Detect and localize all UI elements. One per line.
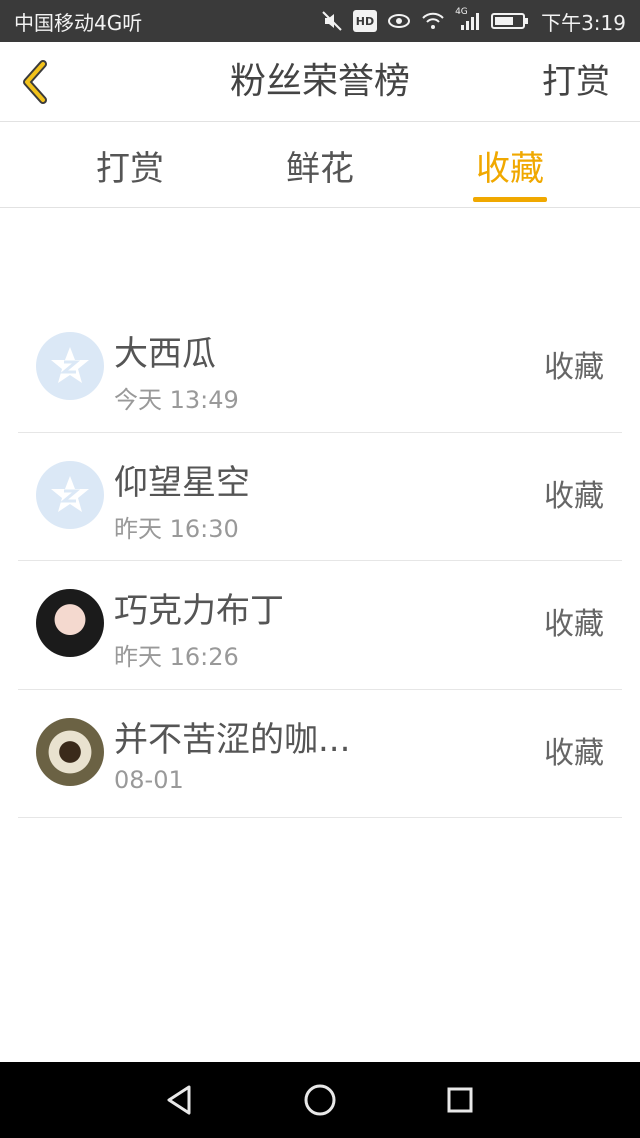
network-type-label: 4G	[455, 7, 468, 17]
fan-time: 昨天 16:26	[114, 643, 239, 671]
fan-name: 并不苦涩的咖...	[114, 719, 351, 760]
back-chevron-icon	[23, 60, 47, 104]
square-recents-icon	[447, 1087, 473, 1113]
fan-time: 今天 13:49	[114, 386, 239, 414]
nav-home-button[interactable]	[295, 1075, 345, 1125]
action-label: 收藏	[544, 350, 604, 385]
status-bar: 中国移动4G听 HD 4G 下午3:19	[0, 0, 640, 42]
mute-icon	[321, 10, 343, 32]
list-item[interactable]: 仰望星空 昨天 16:30 收藏	[18, 433, 622, 561]
fan-time: 昨天 16:30	[114, 514, 239, 543]
tab-favorites[interactable]: 收藏	[415, 122, 605, 208]
user-photo-avatar	[36, 589, 104, 657]
fan-time: 08-01	[114, 765, 184, 794]
carrier-label: 中国移动4G听	[14, 10, 143, 35]
action-label: 收藏	[544, 607, 604, 642]
fan-list: 大西瓜 今天 13:49 收藏 仰望星空 昨天 16:30 收藏 巧克力布丁 昨…	[18, 304, 622, 818]
list-item[interactable]: 巧克力布丁 昨天 16:26 收藏	[18, 561, 622, 690]
reward-button[interactable]: 打赏	[542, 42, 610, 122]
tab-bar: 打赏 鲜花 收藏	[0, 122, 640, 208]
default-avatar-icon	[36, 460, 104, 529]
fan-name: 大西瓜	[114, 334, 216, 374]
clock-label: 下午3:19	[541, 10, 626, 35]
list-item[interactable]: 大西瓜 今天 13:49 收藏	[18, 304, 622, 433]
nav-recents-button[interactable]	[435, 1075, 485, 1125]
circle-home-icon	[304, 1084, 336, 1116]
eye-icon	[387, 10, 411, 32]
battery-icon	[491, 10, 529, 32]
triangle-back-icon	[167, 1085, 191, 1115]
tab-label: 打赏	[96, 148, 164, 189]
wifi-icon	[421, 10, 445, 32]
tab-reward[interactable]: 打赏	[35, 122, 225, 208]
action-label: 收藏	[544, 735, 604, 771]
tab-label: 鲜花	[286, 148, 354, 189]
status-icons: HD 4G 下午3:19	[321, 7, 626, 36]
coffee-photo-avatar	[36, 717, 104, 786]
signal-icon: 4G	[455, 7, 481, 32]
tab-flowers[interactable]: 鲜花	[225, 122, 415, 208]
title-bar: 粉丝荣誉榜 打赏	[0, 42, 640, 122]
nav-back-button[interactable]	[155, 1075, 205, 1125]
fan-name: 巧克力布丁	[114, 591, 284, 631]
back-button[interactable]	[12, 58, 56, 106]
fan-name: 仰望星空	[114, 462, 250, 503]
tab-label: 收藏	[476, 148, 544, 189]
hd-icon: HD	[352, 10, 378, 32]
system-nav-bar	[0, 1062, 640, 1138]
active-tab-indicator	[473, 197, 547, 202]
list-item[interactable]: 并不苦涩的咖... 08-01 收藏	[18, 690, 622, 818]
default-avatar-icon	[36, 332, 104, 400]
action-label: 收藏	[544, 478, 604, 514]
